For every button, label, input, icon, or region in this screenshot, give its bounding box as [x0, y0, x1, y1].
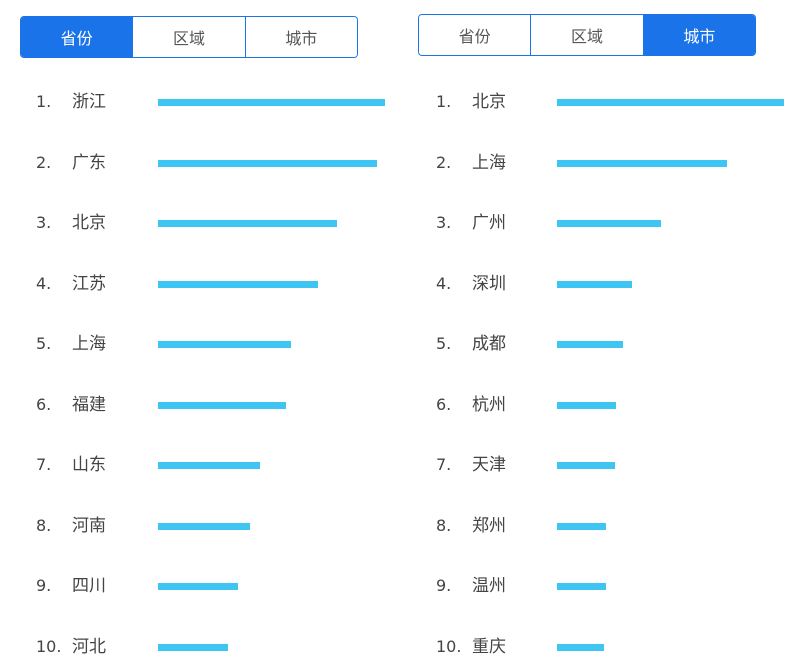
ranking-name: 郑州 [472, 515, 506, 536]
ranking-bar [557, 643, 604, 651]
ranking-name: 上海 [72, 334, 106, 354]
ranking-name: 温州 [472, 576, 506, 596]
ranking-bar [158, 583, 239, 590]
ranking-name: 浙江 [72, 92, 106, 112]
ranking-bar [557, 159, 728, 167]
rank-number: 3. [36, 213, 52, 232]
city-ranking-panel: 省份 区域 城市 1. 北京 2. 上海 3. 广州 4. 深圳 5. 成都 6… [400, 0, 800, 668]
rank-number: 8. [436, 515, 452, 535]
ranking-name: 重庆 [472, 636, 506, 657]
province-ranking-panel: 省份 区域 城市 1. 浙江 2. 广东 3. 北京 4. 江苏 5. 上海 6… [0, 0, 400, 668]
ranking-name: 河北 [72, 636, 106, 657]
rank-number: 1. [436, 92, 452, 111]
ranking-bar [557, 220, 661, 227]
ranking-name: 上海 [472, 152, 506, 173]
ranking-bar [158, 280, 318, 288]
ranking-name: 山东 [72, 455, 106, 475]
tab-city[interactable]: 城市 [244, 17, 357, 57]
ranking-row: 1. 北京 [400, 90, 800, 114]
rank-number: 2. [436, 152, 452, 172]
ranking-bar [557, 522, 607, 530]
ranking-name: 河南 [72, 515, 106, 536]
rank-number: 9. [36, 576, 52, 595]
ranking-row: 4. 深圳 [400, 272, 800, 296]
rank-number: 5. [36, 334, 52, 353]
rank-number: 10. [436, 636, 462, 656]
tab-region[interactable]: 区域 [132, 17, 245, 57]
rank-number: 8. [36, 515, 52, 535]
rank-number: 6. [436, 394, 452, 414]
rank-number: 2. [36, 152, 52, 172]
ranking-name: 天津 [472, 455, 506, 475]
tab-city[interactable]: 城市 [642, 15, 755, 55]
ranking-bar [158, 159, 378, 167]
ranking-bar [158, 341, 291, 348]
ranking-row: 10. 河北 [0, 635, 400, 659]
ranking-row: 5. 成都 [400, 332, 800, 356]
ranking-row: 1. 浙江 [0, 90, 400, 114]
ranking-bar [557, 462, 616, 469]
ranking-name: 四川 [72, 576, 106, 596]
ranking-bar [557, 401, 617, 409]
ranking-name: 广东 [72, 152, 106, 173]
tab-province[interactable]: 省份 [419, 15, 531, 55]
ranking-row: 8. 河南 [0, 514, 400, 538]
rank-number: 9. [436, 576, 452, 595]
rank-number: 4. [36, 273, 52, 293]
rank-number: 4. [436, 273, 452, 293]
ranking-bar [557, 341, 624, 348]
tab-region[interactable]: 区域 [530, 15, 643, 55]
ranking-row: 10. 重庆 [400, 635, 800, 659]
rank-number: 6. [36, 394, 52, 414]
ranking-row: 6. 杭州 [400, 393, 800, 417]
rank-number: 1. [36, 92, 52, 111]
ranking-bar [158, 401, 286, 409]
ranking-row: 3. 北京 [0, 211, 400, 235]
rank-number: 10. [36, 636, 62, 656]
ranking-row: 8. 郑州 [400, 514, 800, 538]
ranking-bar [158, 99, 385, 106]
ranking-name: 成都 [472, 334, 506, 354]
ranking-row: 9. 温州 [400, 574, 800, 598]
ranking-row: 9. 四川 [0, 574, 400, 598]
ranking-bar [557, 583, 607, 590]
ranking-name: 北京 [472, 92, 506, 112]
ranking-bar [158, 462, 261, 469]
ranking-bar [158, 522, 251, 530]
tab-province[interactable]: 省份 [21, 17, 133, 57]
ranking-bar [158, 220, 337, 227]
ranking-name: 江苏 [72, 273, 106, 294]
ranking-name: 广州 [472, 213, 506, 233]
ranking-tabs: 省份 区域 城市 [20, 16, 358, 58]
ranking-bar [557, 280, 632, 288]
rank-number: 5. [436, 334, 452, 353]
ranking-row: 6. 福建 [0, 393, 400, 417]
ranking-name: 杭州 [472, 394, 506, 415]
ranking-name: 深圳 [472, 273, 506, 294]
ranking-name: 福建 [72, 394, 106, 415]
rank-number: 3. [436, 213, 452, 232]
ranking-bar [557, 99, 784, 106]
ranking-row: 2. 广东 [0, 151, 400, 175]
ranking-row: 2. 上海 [400, 151, 800, 175]
ranking-tabs: 省份 区域 城市 [418, 14, 756, 56]
ranking-row: 4. 江苏 [0, 272, 400, 296]
ranking-name: 北京 [72, 213, 106, 233]
rank-number: 7. [436, 455, 452, 474]
rank-number: 7. [36, 455, 52, 474]
ranking-row: 7. 山东 [0, 453, 400, 477]
ranking-row: 3. 广州 [400, 211, 800, 235]
ranking-bar [158, 643, 229, 651]
ranking-row: 7. 天津 [400, 453, 800, 477]
ranking-row: 5. 上海 [0, 332, 400, 356]
